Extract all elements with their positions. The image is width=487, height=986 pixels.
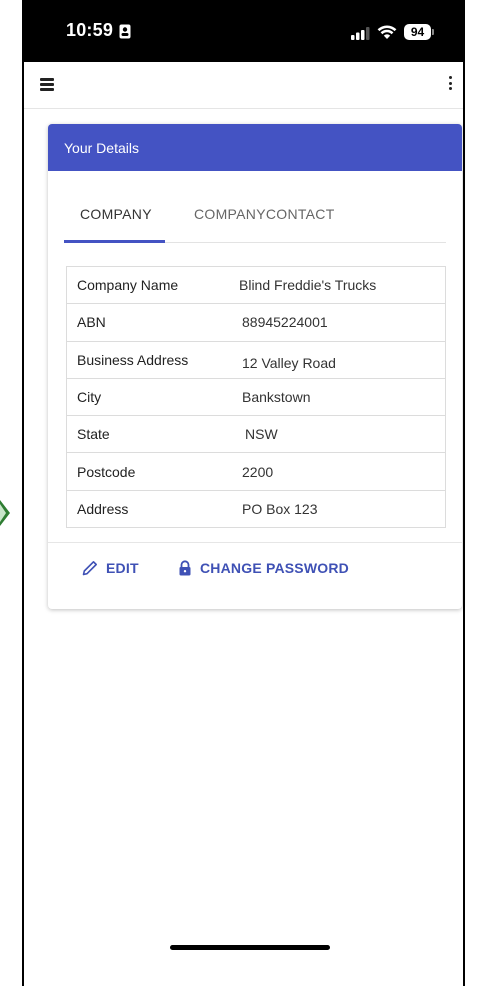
phone-screen: 10:59 94 Your Details COMPANY COMPANYCON…	[24, 0, 463, 986]
home-indicator[interactable]	[170, 945, 330, 950]
hamburger-icon[interactable]	[40, 78, 54, 91]
row-label: Business Address	[77, 351, 189, 368]
cellular-signal-icon	[351, 27, 370, 40]
wifi-icon	[377, 25, 397, 39]
table-row: ABN 88945224001	[67, 304, 445, 342]
status-time: 10:59	[66, 20, 114, 40]
contact-card-icon	[119, 24, 131, 39]
tab-bar: COMPANY COMPANYCONTACT	[64, 202, 446, 243]
row-label: ABN	[77, 314, 106, 331]
row-label: Company Name	[77, 277, 179, 294]
row-label: Postcode	[77, 463, 136, 480]
app-bar	[24, 62, 463, 109]
tab-companycontact[interactable]: COMPANYCONTACT	[194, 206, 335, 222]
pencil-icon	[82, 561, 97, 576]
row-value: PO Box 123	[242, 500, 318, 517]
table-row: State NSW	[67, 416, 445, 454]
table-row: Business Address 12 Valley Road	[67, 342, 445, 379]
edit-button[interactable]: EDIT	[82, 560, 139, 576]
battery-tip	[432, 29, 434, 35]
battery-icon: 94	[404, 24, 431, 40]
card-divider	[48, 542, 462, 543]
row-label: Address	[77, 500, 129, 517]
table-row: City Bankstown	[67, 379, 445, 417]
table-row: Company Name Blind Freddie's Trucks	[67, 267, 445, 305]
row-value: Bankstown	[242, 389, 311, 406]
lock-icon	[179, 560, 191, 576]
row-value: Blind Freddie's Trucks	[239, 277, 377, 294]
status-bar: 10:59 94	[24, 0, 463, 62]
table-row: Postcode 2200	[67, 453, 445, 491]
row-label: State	[77, 426, 110, 443]
row-value: 2200	[242, 463, 274, 480]
card-header: Your Details	[48, 124, 462, 171]
right-frame	[463, 0, 487, 986]
more-vert-icon[interactable]	[445, 76, 455, 94]
row-value: NSW	[245, 426, 278, 443]
edit-label: EDIT	[106, 560, 139, 576]
table-row: Address PO Box 123	[67, 491, 445, 527]
row-value: 88945224001	[242, 314, 328, 331]
battery-percent: 94	[410, 25, 425, 39]
row-label: City	[77, 389, 102, 406]
left-frame	[0, 0, 24, 986]
active-tab-indicator	[64, 240, 165, 243]
green-arrow-icon	[0, 500, 10, 526]
change-password-button[interactable]: CHANGE PASSWORD	[178, 560, 349, 576]
card-actions: EDIT CHANGE PASSWORD	[48, 554, 462, 594]
details-card: Your Details COMPANY COMPANYCONTACT Comp…	[48, 124, 462, 609]
change-password-label: CHANGE PASSWORD	[200, 560, 349, 576]
card-title: Your Details	[64, 139, 139, 156]
row-value: 12 Valley Road	[242, 354, 336, 371]
tab-company[interactable]: COMPANY	[80, 206, 152, 222]
details-table: Company Name Blind Freddie's Trucks ABN …	[66, 266, 446, 529]
